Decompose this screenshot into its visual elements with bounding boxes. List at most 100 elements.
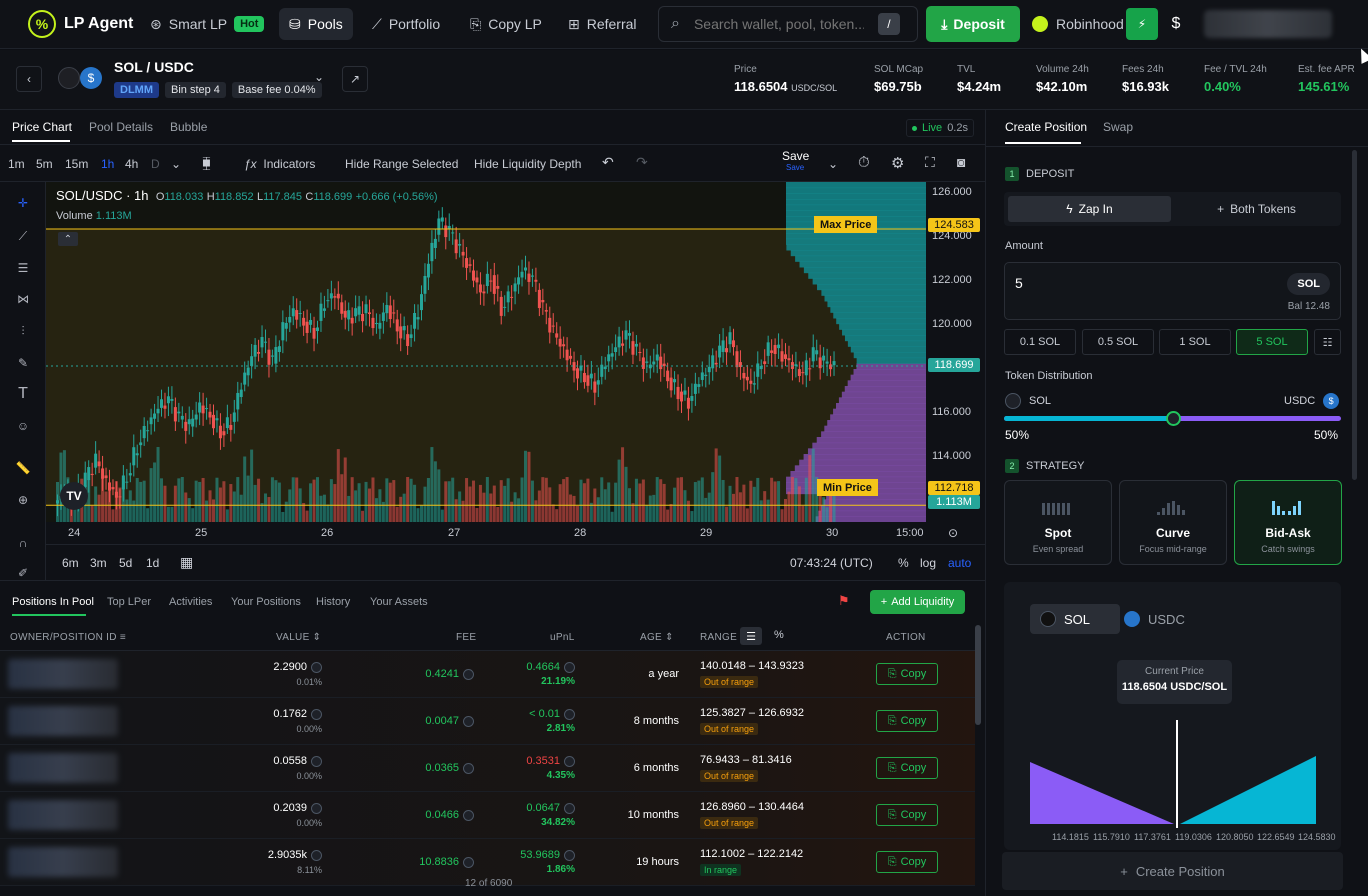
hide-range-button[interactable]: Hide Range Selected: [345, 157, 458, 171]
panel-scrollbar[interactable]: [1352, 150, 1357, 480]
interval-dropdown[interactable]: ⌄: [171, 157, 181, 171]
tab-bubble[interactable]: Bubble: [170, 120, 207, 134]
interval-1m[interactable]: 1m: [8, 157, 25, 171]
interval-5m[interactable]: 5m: [36, 157, 53, 171]
interval-d[interactable]: D: [151, 157, 160, 171]
copy-button[interactable]: ⎘ Copy: [876, 757, 938, 779]
deposit-button[interactable]: ⤓ Deposit: [926, 6, 1020, 42]
tab-history[interactable]: History: [316, 596, 350, 608]
external-link-button[interactable]: ↗: [342, 66, 368, 92]
date-range-button[interactable]: ▦: [180, 554, 193, 571]
table-scrollbar[interactable]: [975, 625, 981, 725]
range-percent-toggle[interactable]: %: [774, 629, 784, 641]
strategy-curve[interactable]: Curve Focus mid-range: [1119, 480, 1227, 565]
tab-your-positions[interactable]: Your Positions: [231, 596, 301, 608]
zap-in-button[interactable]: ϟ Zap In: [1008, 196, 1171, 222]
log-toggle[interactable]: log: [920, 556, 936, 570]
pair-dropdown[interactable]: ⌄: [314, 70, 324, 84]
range-1d[interactable]: 1d: [146, 556, 159, 570]
range-5d[interactable]: 5d: [119, 556, 132, 570]
fib-tool[interactable]: ☰: [12, 257, 34, 279]
redo-button[interactable]: ↷: [636, 154, 648, 171]
tab-create-position[interactable]: Create Position: [1005, 120, 1087, 134]
interval-15m[interactable]: 15m: [65, 157, 88, 171]
collapse-legend-button[interactable]: ⌃: [58, 232, 78, 246]
candle-type-button[interactable]: ⧯: [202, 154, 211, 171]
nav-smart-lp[interactable]: ⊛ Smart LP Hot: [140, 8, 274, 40]
quick-amount-5[interactable]: 5 SOL: [1236, 329, 1308, 355]
tab-top-lper[interactable]: Top LPer: [107, 596, 151, 608]
fullscreen-button[interactable]: ⛶: [925, 154, 935, 171]
pattern-tool[interactable]: ⋈: [12, 288, 34, 310]
token-select[interactable]: SOL: [1287, 273, 1330, 295]
undo-button[interactable]: ↶: [602, 154, 614, 171]
create-position-button[interactable]: + Create Position: [1002, 852, 1343, 890]
range-6m[interactable]: 6m: [62, 556, 79, 570]
interval-1h[interactable]: 1h: [101, 157, 114, 171]
robinhood-button[interactable]: Robinhood: [1024, 6, 1124, 42]
table-row[interactable]: 0.0558 0.00% 0.0365 0.3531 4.35% 6 months 76.9…: [0, 745, 975, 792]
copy-button[interactable]: ⎘ Copy: [876, 663, 938, 685]
measure-tool[interactable]: 📏: [12, 457, 34, 479]
quick-amount-1[interactable]: 1 SOL: [1159, 329, 1231, 355]
tab-positions-in-pool[interactable]: Positions In Pool: [12, 596, 94, 608]
auto-toggle[interactable]: auto: [948, 556, 971, 570]
prediction-tool[interactable]: ⫶: [12, 320, 34, 342]
copy-button[interactable]: ⎘ Copy: [876, 851, 938, 873]
search-box[interactable]: ⌕ /: [658, 6, 918, 42]
trendline-tool[interactable]: ⟋: [12, 225, 34, 247]
slider-handle[interactable]: [1165, 411, 1181, 426]
brand[interactable]: % LP Agent: [28, 10, 133, 38]
amount-input-box[interactable]: SOL Bal 12.48: [1004, 262, 1341, 320]
report-button[interactable]: ⚑: [838, 593, 850, 609]
custom-amount-button[interactable]: ☷: [1314, 329, 1341, 355]
distribution-slider[interactable]: [1004, 411, 1341, 426]
owner-id-redacted[interactable]: [8, 847, 118, 877]
col-age[interactable]: AGE ⇕: [640, 632, 674, 643]
max-price-label[interactable]: Max Price: [814, 216, 878, 233]
owner-id-redacted[interactable]: [8, 659, 118, 689]
back-button[interactable]: ‹: [16, 66, 42, 92]
table-row[interactable]: 0.1762 0.00% 0.0047 < 0.01 2.81% 8 months 125.…: [0, 698, 975, 745]
quick-amount-0-5[interactable]: 0.5 SOL: [1082, 329, 1154, 355]
owner-id-redacted[interactable]: [8, 706, 118, 736]
nav-portfolio[interactable]: ⟋ Portfolio: [362, 8, 450, 40]
strategy-spot[interactable]: Spot Even spread: [1004, 480, 1112, 565]
strategy-bid-ask[interactable]: Bid-Ask Catch swings: [1234, 480, 1342, 565]
currency-toggle[interactable]: $: [1162, 8, 1190, 40]
axis-settings-button[interactable]: ⊙: [948, 526, 958, 540]
brush-tool[interactable]: ✎: [12, 352, 34, 374]
tab-pool-details[interactable]: Pool Details: [89, 120, 153, 134]
table-row[interactable]: 2.2900 0.01% 0.4241 0.4664 21.19% a year 140.0…: [0, 651, 975, 698]
settings-button[interactable]: ⚙: [891, 154, 904, 172]
owner-id-redacted[interactable]: [8, 800, 118, 830]
copy-button[interactable]: ⎘ Copy: [876, 710, 938, 732]
price-chart[interactable]: SOL/USDC · 1h O118.033 H118.852 L117.845…: [46, 182, 926, 522]
alert-button[interactable]: ⏱: [858, 154, 870, 171]
tab-swap[interactable]: Swap: [1103, 120, 1133, 134]
filter-icon[interactable]: ≡: [120, 632, 126, 643]
search-input[interactable]: [693, 16, 864, 32]
text-tool[interactable]: T: [12, 383, 34, 405]
percent-toggle[interactable]: %: [898, 556, 909, 570]
copy-button[interactable]: ⎘ Copy: [876, 804, 938, 826]
preview-token-usdc[interactable]: USDC: [1114, 604, 1204, 634]
zoom-tool[interactable]: ⊕: [12, 489, 34, 511]
magnet-tool[interactable]: ∩: [12, 532, 34, 554]
tab-your-assets[interactable]: Your Assets: [370, 596, 428, 608]
add-liquidity-button[interactable]: + Add Liquidity: [870, 590, 965, 614]
indicators-button[interactable]: ƒx Indicators: [244, 157, 315, 171]
min-price-label[interactable]: Min Price: [817, 479, 878, 496]
range-list-toggle[interactable]: ☰: [740, 627, 762, 645]
save-dropdown[interactable]: ⌄: [828, 157, 838, 171]
preview-token-sol[interactable]: SOL: [1030, 604, 1120, 634]
tab-activities[interactable]: Activities: [169, 596, 212, 608]
col-value[interactable]: VALUE ⇕: [276, 632, 321, 643]
save-button[interactable]: Save Save: [782, 149, 809, 172]
crosshair-tool[interactable]: ✛: [12, 192, 34, 214]
range-3m[interactable]: 3m: [90, 556, 107, 570]
interval-4h[interactable]: 4h: [125, 157, 138, 171]
amount-input[interactable]: [1015, 275, 1215, 291]
quick-amount-0-1[interactable]: 0.1 SOL: [1004, 329, 1076, 355]
utc-clock[interactable]: 07:43:24 (UTC): [790, 556, 873, 570]
